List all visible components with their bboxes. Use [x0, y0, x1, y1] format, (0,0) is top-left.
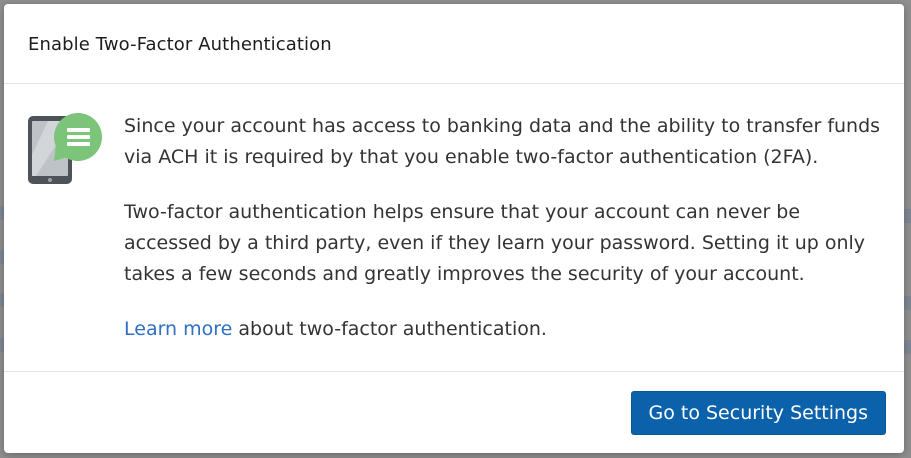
background-link-fragment: [904, 340, 911, 354]
benefit-paragraph: Two-factor authentication helps ensure t…: [124, 201, 866, 285]
device-home-button: [48, 178, 52, 182]
modal-message: Since your account has access to banking…: [124, 111, 884, 345]
two-factor-modal: Enable Two-Factor Authentication Since y…: [4, 4, 904, 453]
background-link-fragment: [904, 209, 911, 223]
message-line: [67, 128, 90, 132]
learn-more-link[interactable]: Learn more: [124, 318, 232, 340]
message-line: [67, 142, 90, 146]
message-line: [67, 135, 90, 139]
modal-footer: Go to Security Settings: [4, 371, 904, 453]
modal-body: Since your account has access to banking…: [4, 85, 904, 371]
requirement-paragraph: Since your account has access to banking…: [124, 115, 881, 168]
modal-header: Enable Two-Factor Authentication: [4, 4, 904, 84]
go-to-security-settings-button[interactable]: Go to Security Settings: [630, 391, 886, 435]
background-link-fragment: [904, 296, 911, 310]
learn-more-suffix: about two-factor authentication.: [232, 318, 547, 340]
learn-more-paragraph: Learn more about two-factor authenticati…: [124, 314, 884, 345]
mobile-message-icon: [28, 113, 102, 184]
modal-title: Enable Two-Factor Authentication: [28, 34, 332, 55]
